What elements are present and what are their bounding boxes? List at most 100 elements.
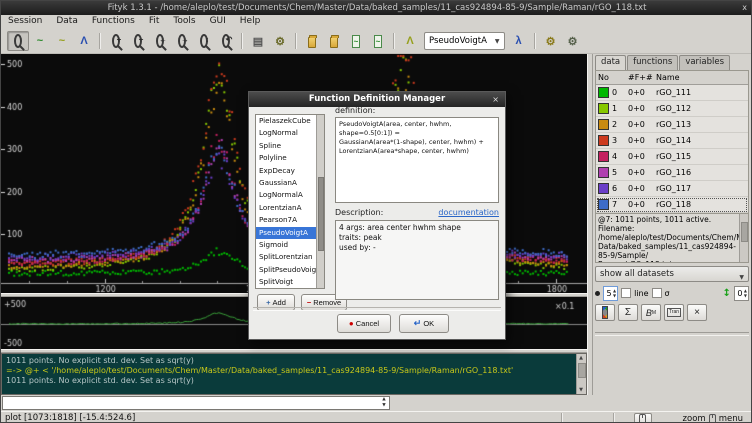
transform-button[interactable]: Tran (664, 304, 684, 321)
function-list-item[interactable]: Pearson7A (256, 214, 324, 226)
function-type-list[interactable]: PielaszekCubeLogNormalSplinePolylineExpD… (255, 114, 325, 289)
ok-button[interactable]: ↵ OK (399, 314, 449, 333)
function-list-item[interactable]: GaussianA (256, 177, 324, 189)
scroll-down-icon[interactable]: ▼ (577, 386, 585, 394)
sigma-checkbox[interactable] (652, 288, 662, 298)
zoom-right-icon[interactable]: → (171, 31, 193, 51)
table-row[interactable]: 00+0rGO_111 (596, 85, 748, 101)
table-row[interactable]: 20+0rGO_113 (596, 117, 748, 133)
menu-fit[interactable]: Fit (142, 15, 167, 27)
run-fit-icon[interactable]: ⚙ (540, 31, 562, 51)
function-list-item[interactable]: SplitPseudoVoigt (256, 264, 324, 276)
dataset-info-box[interactable]: @7: 1011 points, 1011 active.Filename: /… (595, 213, 749, 263)
status-coordinates: plot [1073:1818] [-15.4:524.6] (5, 413, 135, 423)
scroll-up-icon[interactable]: ▲ (577, 354, 585, 362)
function-list-item[interactable]: Spline (256, 140, 324, 152)
menu-data[interactable]: Data (49, 15, 85, 27)
function-list-item[interactable]: Sigmoid (256, 239, 324, 251)
menu-session[interactable]: Session (1, 15, 49, 27)
command-input[interactable] (2, 396, 390, 410)
cancel-button-label: Cancel (356, 319, 379, 328)
zoom-mode-icon[interactable] (7, 31, 29, 51)
info-scrollbar[interactable] (739, 214, 748, 262)
function-list-item[interactable]: Polyline (256, 152, 324, 164)
auto-add-peak-icon[interactable]: Λ (399, 31, 421, 51)
definition-textarea[interactable]: PseudoVoigtA(area, center, hwhm, shape=0… (335, 117, 499, 203)
function-list-item[interactable]: PseudoVoigtA (256, 227, 324, 239)
function-list-item[interactable]: SplitLorentzian (256, 251, 324, 263)
plot-curve-icon[interactable]: ~ (345, 31, 367, 51)
menu-tools[interactable]: Tools (166, 15, 202, 27)
fit-options-icon[interactable]: ⚙ (562, 31, 584, 51)
status-menu-hint: menu (719, 414, 743, 423)
function-list-item[interactable]: SplitVoigt (256, 276, 324, 288)
dataset-color-swatch[interactable] (598, 87, 609, 98)
gui-config-icon[interactable]: ⚙ (269, 31, 291, 51)
dataset-color-swatch[interactable] (598, 167, 609, 178)
mouse-config-button[interactable] (634, 413, 652, 423)
dialog-title-bar[interactable]: Function Definition Manager × (249, 92, 505, 107)
output-console[interactable]: 1011 points. No explicit std. dev. Set a… (1, 353, 587, 395)
tab-variables[interactable]: variables (679, 55, 730, 70)
function-type-select[interactable]: PseudoVoigtA▼ (424, 32, 505, 50)
tab-functions[interactable]: functions (627, 55, 678, 70)
open-session-icon[interactable] (323, 31, 345, 51)
add-function-icon[interactable]: λ (508, 31, 530, 51)
console-scroll-thumb[interactable] (578, 363, 586, 378)
zoom-in-icon: + (112, 34, 120, 48)
point-size-stepper[interactable]: 5 ▲▼ (603, 286, 618, 301)
dataset-color-swatch[interactable] (598, 135, 609, 146)
shift-stepper[interactable]: 0 ▲▼ (734, 286, 749, 301)
menu-functions[interactable]: Functions (85, 15, 142, 27)
title-bar[interactable]: Fityk 1.3.1 - /home/aleplo/test/Document… (1, 1, 752, 15)
plot-export-icon[interactable]: ~ (367, 31, 389, 51)
data-range-mode-icon[interactable]: ~ (29, 31, 51, 51)
dataset-color-swatch[interactable] (598, 199, 609, 210)
dataset-color-swatch[interactable] (598, 119, 609, 130)
zoom-vertical-icon[interactable]: ↕ (193, 31, 215, 51)
function-list-item[interactable]: PielaszekCube (256, 115, 324, 127)
data-properties-icon[interactable]: ▤ (247, 31, 269, 51)
function-list-scrollbar[interactable] (316, 115, 324, 288)
function-list-item[interactable]: LogNormalA (256, 189, 324, 201)
chevron-down-icon: ▼ (739, 271, 744, 285)
table-row[interactable]: 60+0rGO_117 (596, 181, 748, 197)
toolbar-separator (534, 33, 536, 49)
open-data-file-icon[interactable] (301, 31, 323, 51)
window-close-icon[interactable]: x (742, 1, 747, 15)
formula-button[interactable]: BM (641, 304, 661, 321)
cancel-button[interactable]: ● Cancel (337, 314, 391, 333)
palette-button[interactable] (595, 304, 615, 321)
line-checkbox[interactable] (621, 288, 631, 298)
input-history-spinner[interactable]: ▲▼ (379, 397, 389, 409)
table-row[interactable]: 40+0rGO_115 (596, 149, 748, 165)
zoom-left-icon[interactable]: ← (149, 31, 171, 51)
menu-bar: SessionDataFunctionsFitToolsGUIHelp (1, 15, 752, 29)
function-list-item[interactable]: LorentzianA (256, 202, 324, 214)
sigma-checkbox-label: σ (665, 289, 670, 298)
close-dataset-button[interactable]: × (687, 304, 707, 321)
dialog-title: Function Definition Manager (309, 94, 445, 104)
dataset-color-swatch[interactable] (598, 151, 609, 162)
sum-button[interactable]: Σ (618, 304, 638, 321)
table-row[interactable]: 10+0rGO_112 (596, 101, 748, 117)
dataset-color-swatch[interactable] (598, 183, 609, 194)
add-peak-mode-icon[interactable]: Λ (73, 31, 95, 51)
menu-gui[interactable]: GUI (203, 15, 233, 27)
dataset-color-swatch[interactable] (598, 103, 609, 114)
dialog-close-icon[interactable]: × (492, 92, 499, 107)
zoom-previous-icon[interactable]: ↶ (215, 31, 237, 51)
zoom-out-icon[interactable]: − (127, 31, 149, 51)
tab-data[interactable]: data (595, 55, 626, 70)
function-list-item[interactable]: ExpDecay (256, 165, 324, 177)
zoom-in-icon[interactable]: + (105, 31, 127, 51)
console-scrollbar[interactable]: ▲ ▼ (576, 354, 586, 394)
table-row[interactable]: 50+0rGO_116 (596, 165, 748, 181)
baseline-mode-icon[interactable]: ~ (51, 31, 73, 51)
table-row[interactable]: 70+0rGO_118 (596, 197, 748, 213)
menu-help[interactable]: Help (233, 15, 268, 27)
function-list-item[interactable]: LogNormal (256, 127, 324, 139)
documentation-link[interactable]: documentation (438, 208, 499, 217)
datasets-filter-dropdown[interactable]: show all datasets ▼ (595, 266, 749, 282)
table-row[interactable]: 30+0rGO_114 (596, 133, 748, 149)
